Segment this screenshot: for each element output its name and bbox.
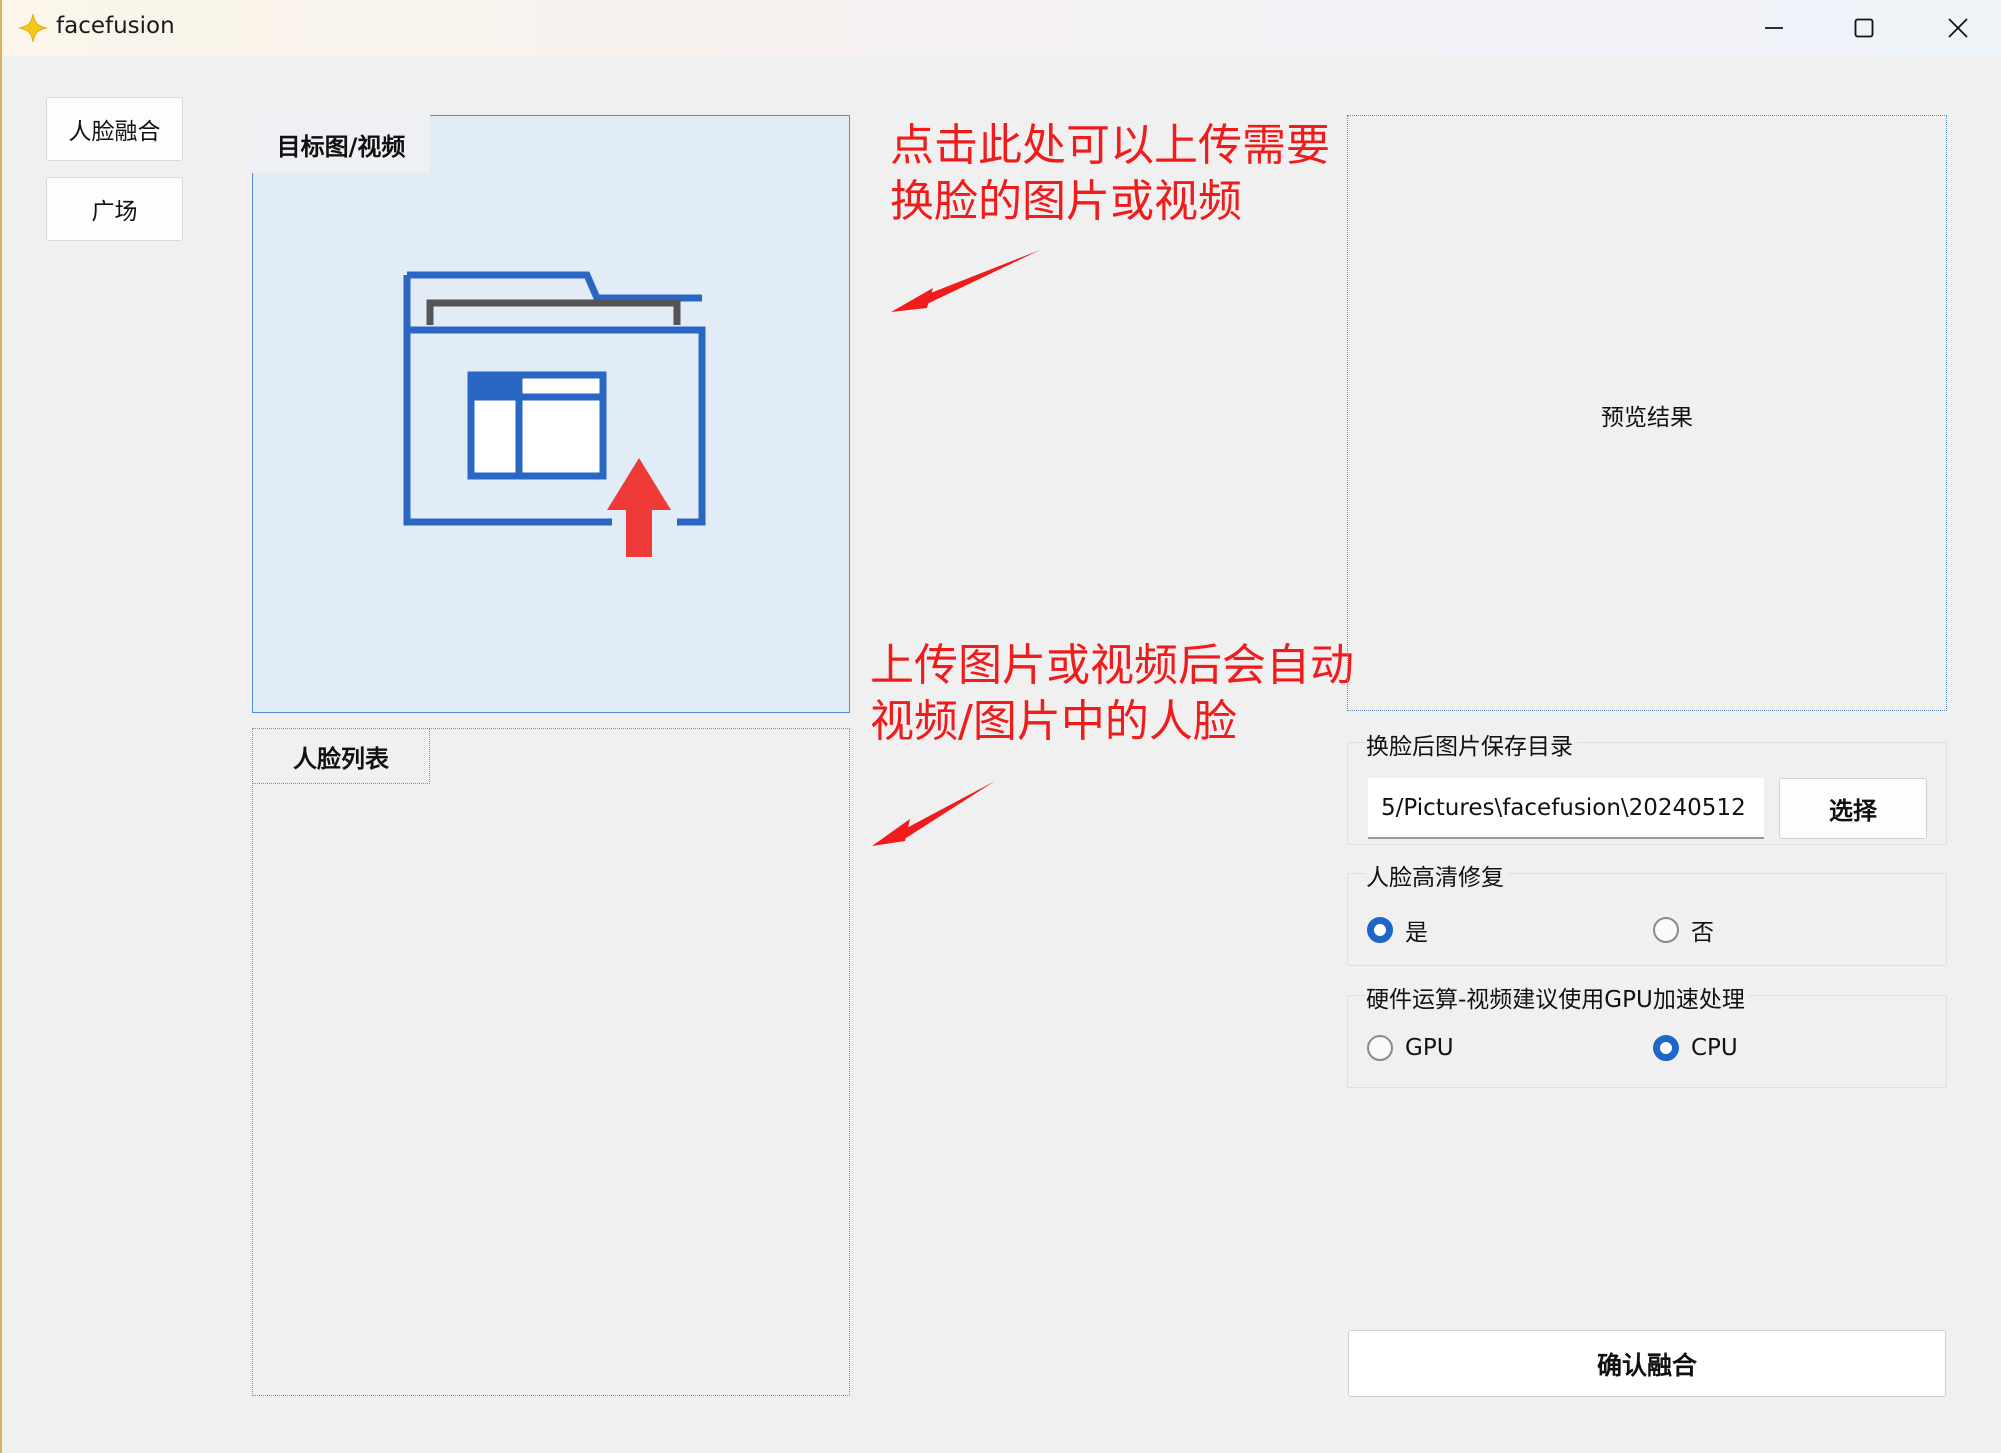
window-title: facefusion	[56, 13, 175, 39]
hardware-cpu-radio[interactable]: CPU	[1653, 1035, 1738, 1061]
radio-checked-icon	[1653, 1035, 1679, 1061]
select-dir-button[interactable]: 选择	[1779, 778, 1927, 839]
save-dir-label: 换脸后图片保存目录	[1366, 727, 1577, 761]
radio-unchecked-icon	[1653, 917, 1679, 943]
repair-no-radio[interactable]: 否	[1653, 913, 1714, 947]
target-panel-title: 目标图/视频	[252, 115, 430, 173]
app-window: facefusion 人脸融合 广场 目标图/视频 人脸列表 点击此处可以上传需…	[0, 0, 2001, 1453]
radio-checked-icon	[1367, 917, 1393, 943]
radio-label: GPU	[1405, 1035, 1454, 1061]
minimize-button[interactable]	[1738, 4, 1810, 52]
confirm-fusion-button[interactable]: 确认融合	[1348, 1330, 1946, 1397]
repair-yes-radio[interactable]: 是	[1367, 913, 1428, 947]
face-repair-label: 人脸高清修复	[1366, 858, 1508, 892]
radio-label: 否	[1691, 920, 1714, 946]
annotation-line: 换脸的图片或视频	[890, 176, 1242, 227]
hardware-label: 硬件运算-视频建议使用GPU加速处理	[1366, 980, 1749, 1014]
minimize-icon	[1765, 27, 1783, 29]
close-button[interactable]	[1922, 4, 1994, 52]
radio-unchecked-icon	[1367, 1035, 1393, 1061]
title-bar: facefusion	[2, 0, 2001, 56]
annotation-line: 视频/图片中的人脸	[870, 696, 1237, 747]
sparkle-icon	[18, 13, 48, 43]
upload-annotation: 点击此处可以上传需要 换脸的图片或视频	[890, 118, 1330, 230]
nav-square-button[interactable]: 广场	[46, 177, 183, 241]
maximize-button[interactable]	[1828, 4, 1900, 52]
close-icon	[1948, 18, 1968, 38]
hardware-gpu-radio[interactable]: GPU	[1367, 1035, 1454, 1061]
save-dir-input[interactable]	[1368, 778, 1764, 839]
arrow-icon	[872, 781, 995, 846]
nav-face-fusion-button[interactable]: 人脸融合	[46, 97, 183, 161]
face-list-panel	[252, 728, 850, 1396]
detect-annotation: 上传图片或视频后会自动 视频/图片中的人脸	[870, 638, 1354, 750]
maximize-icon	[1854, 18, 1874, 38]
annotation-line: 点击此处可以上传需要	[890, 120, 1330, 171]
folder-upload-icon	[403, 271, 706, 557]
face-list-title: 人脸列表	[252, 728, 430, 784]
radio-label: 是	[1405, 920, 1428, 946]
annotation-line: 上传图片或视频后会自动	[870, 640, 1354, 691]
radio-label: CPU	[1691, 1035, 1738, 1061]
arrow-icon	[891, 250, 1040, 312]
preview-label: 预览结果	[1601, 405, 1693, 431]
